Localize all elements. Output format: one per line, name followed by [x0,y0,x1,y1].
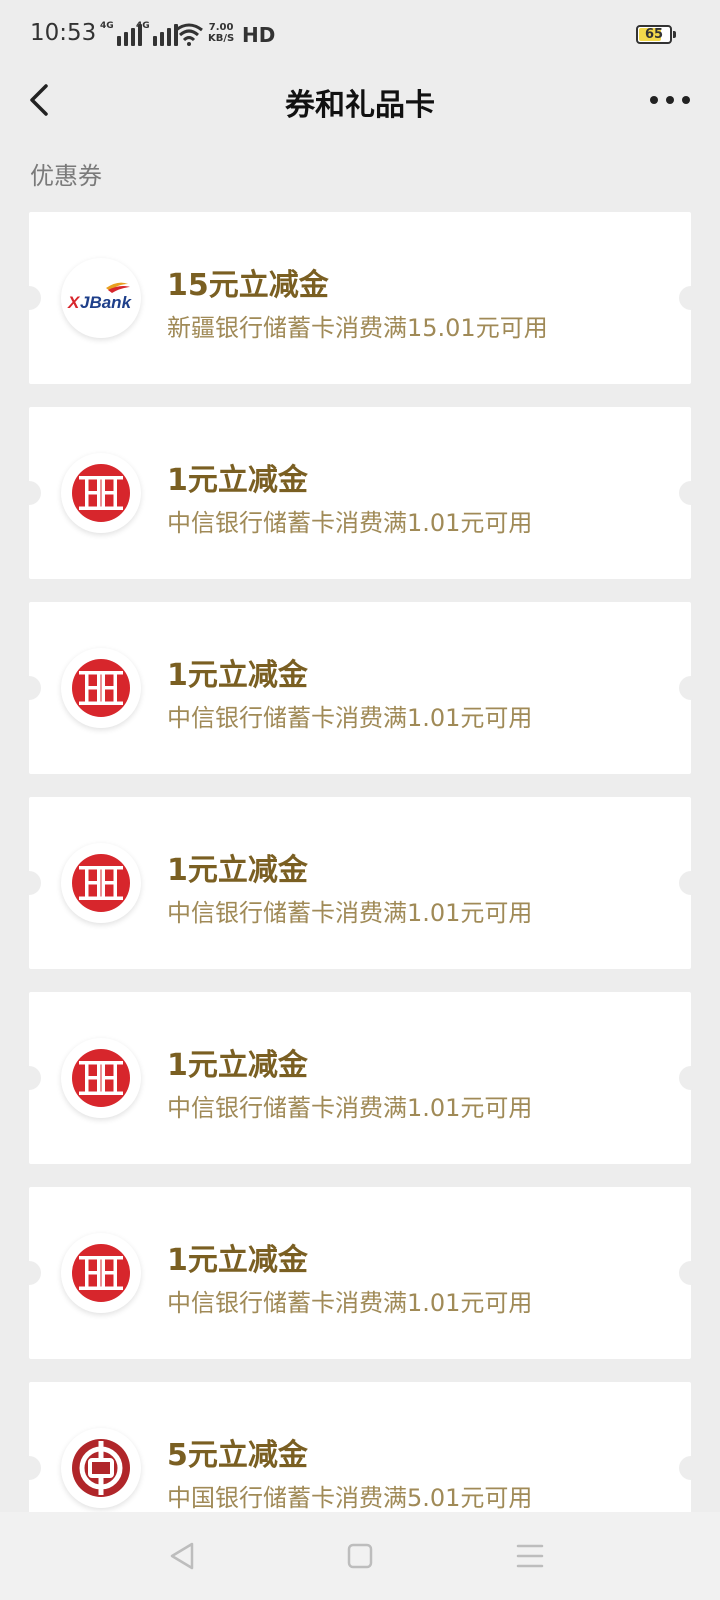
coupon-card[interactable]: 1元立减金 中信银行储蓄卡消费满1.01元可用 [17,1187,703,1359]
speed-value: 7.00 [208,22,234,33]
coupon-desc: 中信银行储蓄卡消费满1.01元可用 [167,1094,533,1122]
coupon-card[interactable]: X JBank 15元立减金 新疆银行储蓄卡消费满15.01元可用 [17,212,703,384]
coupon-title: 1元立减金 [167,463,308,498]
triangle-back-icon[interactable] [160,1534,204,1578]
coupon-desc: 中信银行储蓄卡消费满1.01元可用 [167,899,533,927]
status-bar: 10:53 4G 4G 7.00 KB/S HD 65 [0,0,720,72]
coupon-title: 1元立减金 [167,1048,308,1083]
coupon-title: 5元立减金 [167,1438,308,1473]
coupon-title: 1元立减金 [167,853,308,888]
more-dots-icon[interactable] [650,82,690,118]
coupon-title: 15元立减金 [167,268,329,303]
coupon-card[interactable]: 1元立减金 中信银行储蓄卡消费满1.01元可用 [17,407,703,579]
citic-logo [61,843,141,923]
xjbank-logo: X JBank [61,258,141,338]
svg-text:JBank: JBank [80,293,133,312]
hd-indicator: HD [242,23,276,47]
citic-logo [61,453,141,533]
boc-logo [61,1428,141,1508]
coupon-title: 1元立减金 [167,1243,308,1278]
coupon-desc: 中信银行储蓄卡消费满1.01元可用 [167,1289,533,1317]
nav-bar: 券和礼品卡 [0,72,720,128]
coupon-card[interactable]: 1元立减金 中信银行储蓄卡消费满1.01元可用 [17,992,703,1164]
speed-unit: KB/S [208,33,235,44]
section-label-coupons: 优惠券 [30,162,102,190]
network-type-1: 4G [100,21,114,31]
coupon-card[interactable]: 5元立减金 中国银行储蓄卡消费满5.01元可用 [17,1382,703,1512]
svg-text:X: X [67,293,81,312]
wifi-icon [175,23,203,46]
square-home-icon[interactable] [338,1534,382,1578]
coupon-desc: 中国银行储蓄卡消费满5.01元可用 [167,1484,533,1512]
system-nav-bar [0,1512,720,1600]
citic-logo [61,1038,141,1118]
menu-lines-icon[interactable] [508,1534,552,1578]
network-type-2: 4G [136,21,150,31]
battery-level: 65 [644,27,664,42]
coupon-desc: 中信银行储蓄卡消费满1.01元可用 [167,704,533,732]
status-time: 10:53 [30,20,97,46]
signal-icon-2: 4G [136,21,178,46]
battery-icon: 65 [636,25,676,44]
coupon-desc: 中信银行储蓄卡消费满1.01元可用 [167,509,533,537]
network-speed: 7.00 KB/S [208,22,234,44]
coupon-list[interactable]: X JBank 15元立减金 新疆银行储蓄卡消费满15.01元可用 1元立减金 … [0,212,720,1512]
page-title: 券和礼品卡 [285,88,435,123]
coupon-desc: 新疆银行储蓄卡消费满15.01元可用 [167,314,548,342]
citic-logo [61,648,141,728]
coupon-card[interactable]: 1元立减金 中信银行储蓄卡消费满1.01元可用 [17,797,703,969]
citic-logo [61,1233,141,1313]
coupon-card[interactable]: 1元立减金 中信银行储蓄卡消费满1.01元可用 [17,602,703,774]
coupon-title: 1元立减金 [167,658,308,693]
